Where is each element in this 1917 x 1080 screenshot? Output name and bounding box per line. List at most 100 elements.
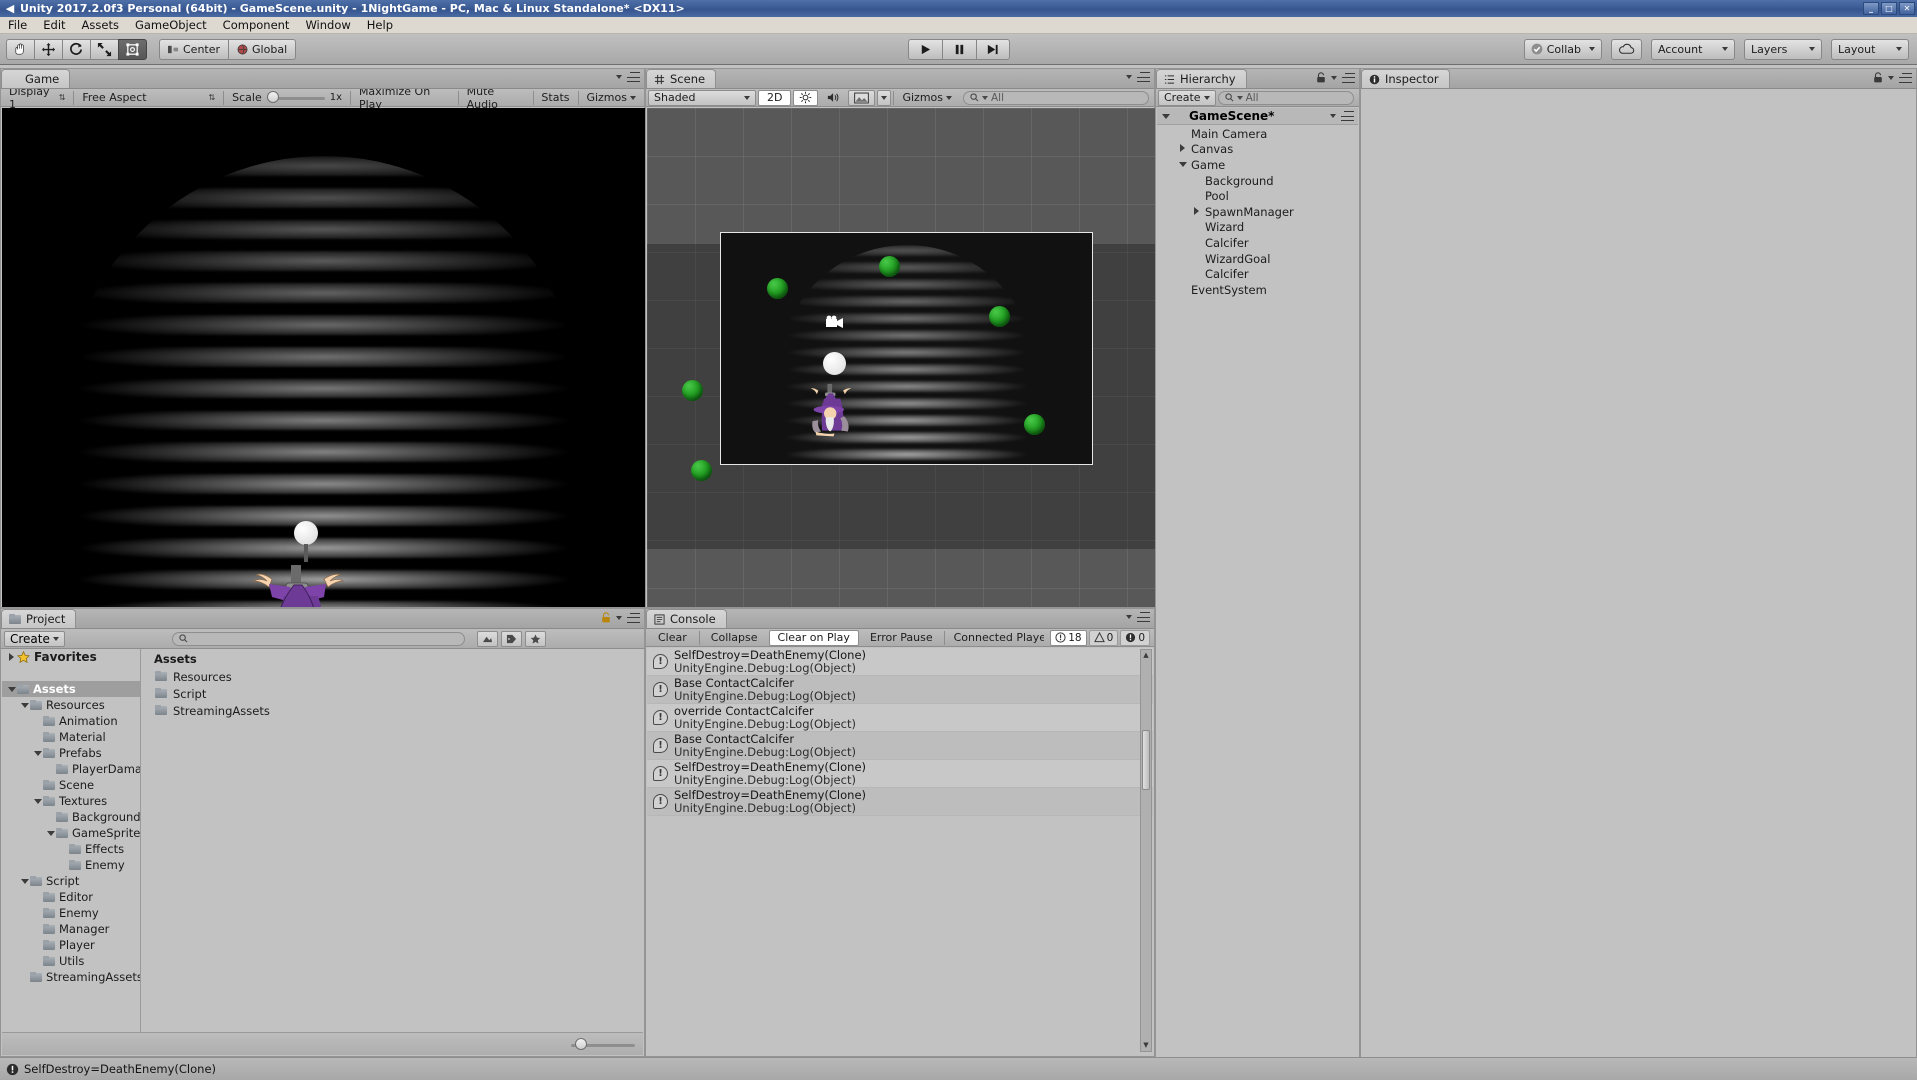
project-tree-item-editor[interactable]: Editor (2, 889, 140, 905)
collapse-arrow-icon[interactable] (32, 751, 43, 756)
rotate-tool-button[interactable] (62, 39, 90, 60)
scene-search-field[interactable]: All (963, 91, 1149, 105)
chevron-down-icon[interactable] (616, 75, 622, 79)
hierarchy-item-eventsystem[interactable]: EventSystem (1157, 282, 1358, 298)
scale-slider[interactable] (267, 91, 325, 104)
space-mode-button[interactable]: Global (228, 39, 296, 60)
console-error-counter[interactable]: 0 (1120, 630, 1150, 646)
chevron-down-icon[interactable] (1126, 75, 1132, 79)
project-tree-item-prefabs[interactable]: Prefabs (2, 745, 140, 761)
project-tree-item-enemy[interactable]: Enemy (2, 857, 140, 873)
console-clear-button[interactable]: Clear (648, 630, 697, 646)
minimize-button[interactable]: _ (1863, 2, 1879, 15)
hierarchy-item-pool[interactable]: Pool (1157, 188, 1358, 204)
fx-toggle-button[interactable] (848, 90, 875, 106)
project-tree-item-enemy[interactable]: Enemy (2, 905, 140, 921)
hierarchy-create-button[interactable]: Create (1158, 90, 1216, 106)
2d-toggle-button[interactable]: 2D (758, 90, 791, 106)
console-info-counter[interactable]: 18 (1050, 630, 1086, 646)
hierarchy-item-calcifer[interactable]: Calcifer (1157, 235, 1358, 251)
console-clear-on-play-toggle[interactable]: Clear on Play (769, 630, 859, 646)
tab-scene[interactable]: Scene (646, 69, 716, 88)
account-button[interactable]: Account (1651, 39, 1735, 60)
hand-tool-button[interactable] (6, 39, 34, 60)
maximize-on-play-toggle[interactable]: Maximize On Play (353, 90, 456, 106)
console-log-row[interactable]: !Base ContactCalciferUnityEngine.Debug:L… (647, 676, 1153, 704)
filter-label-icon[interactable] (501, 631, 522, 647)
hierarchy-item-wizard[interactable]: Wizard (1157, 220, 1358, 236)
menu-item-file[interactable]: File (0, 17, 35, 33)
chevron-down-icon[interactable] (1330, 114, 1336, 118)
layers-button[interactable]: Layers (1744, 39, 1822, 60)
console-log-row[interactable]: !SelfDestroy=DeathEnemy(Clone)UnityEngin… (647, 788, 1153, 816)
project-tree-item-favorites[interactable]: Favorites (2, 649, 140, 665)
project-tree-item-material[interactable]: Material (2, 729, 140, 745)
console-connected-player-dropdown[interactable]: Connected Playe (947, 630, 1045, 646)
project-search-field[interactable] (172, 632, 465, 646)
expand-arrow-icon[interactable] (1177, 144, 1188, 154)
game-gizmos-dropdown[interactable]: Gizmos (580, 90, 642, 106)
console-log-row[interactable]: !SelfDestroy=DeathEnemy(Clone)UnityEngin… (647, 648, 1153, 676)
collapse-arrow-icon[interactable] (32, 799, 43, 804)
menu-item-edit[interactable]: Edit (35, 17, 73, 33)
project-tree-item-effects[interactable]: Effects (2, 841, 140, 857)
scene-gizmos-dropdown[interactable]: Gizmos (896, 90, 958, 106)
enemy-sphere[interactable] (682, 380, 703, 401)
menu-item-window[interactable]: Window (297, 17, 358, 33)
chevron-down-icon[interactable] (1331, 76, 1337, 80)
panel-menu-icon[interactable] (1137, 72, 1150, 82)
enemy-sphere[interactable] (989, 306, 1010, 327)
enemy-sphere[interactable] (691, 460, 712, 481)
expand-arrow-icon[interactable] (6, 653, 17, 661)
layout-button[interactable]: Layout (1831, 39, 1909, 60)
scene-viewport[interactable] (647, 108, 1155, 607)
tab-project[interactable]: Project (1, 609, 76, 628)
chevron-down-icon[interactable] (1888, 76, 1894, 80)
project-zoom-slider[interactable] (571, 1038, 635, 1051)
scene-header-row[interactable]: GameScene* (1157, 108, 1358, 125)
enemy-sphere[interactable] (1024, 414, 1045, 435)
scale-slider-group[interactable]: Scale 1x (226, 90, 348, 106)
hierarchy-item-spawnmanager[interactable]: SpawnManager (1157, 204, 1358, 220)
hierarchy-item-main-camera[interactable]: Main Camera (1157, 126, 1358, 142)
lock-icon[interactable] (601, 612, 611, 623)
scroll-thumb[interactable] (1142, 730, 1150, 790)
pivot-mode-button[interactable]: Center (159, 39, 228, 60)
project-tree-item-animation[interactable]: Animation (2, 713, 140, 729)
play-button[interactable] (908, 39, 942, 60)
scene-menu-icon[interactable] (1341, 111, 1354, 121)
tab-console[interactable]: Console (646, 609, 727, 628)
hierarchy-item-canvas[interactable]: Canvas (1157, 142, 1358, 158)
scroll-up-icon[interactable]: ▲ (1142, 651, 1150, 660)
menu-item-assets[interactable]: Assets (74, 17, 127, 33)
lock-icon[interactable] (1316, 72, 1326, 83)
mute-audio-toggle[interactable]: Mute Audio (461, 90, 531, 106)
filter-favorite-icon[interactable] (525, 631, 546, 647)
scroll-down-icon[interactable]: ▼ (1142, 1041, 1150, 1050)
project-tree-item-resources[interactable]: Resources (2, 697, 140, 713)
shading-mode-dropdown[interactable]: Shaded (648, 90, 756, 106)
project-tree-item-playerdamage[interactable]: PlayerDamage (2, 761, 140, 777)
display-dropdown[interactable]: Display 1 ⇅ (3, 90, 71, 106)
console-error-pause-toggle[interactable]: Error Pause (861, 630, 942, 646)
pause-button[interactable] (942, 39, 976, 60)
project-tree-item-streamingassets[interactable]: StreamingAssets (2, 969, 140, 985)
console-log-row[interactable]: !Base ContactCalciferUnityEngine.Debug:L… (647, 732, 1153, 760)
hierarchy-item-background[interactable]: Background (1157, 173, 1358, 189)
menu-item-help[interactable]: Help (359, 17, 401, 33)
menu-item-gameobject[interactable]: GameObject (127, 17, 215, 33)
panel-menu-icon[interactable] (1137, 612, 1150, 622)
project-tree-item-background[interactable]: Background (2, 809, 140, 825)
collapse-arrow-icon[interactable] (19, 879, 30, 884)
collapse-arrow-icon[interactable] (45, 831, 56, 836)
project-tree-item-manager[interactable]: Manager (2, 921, 140, 937)
enemy-sphere[interactable] (767, 278, 788, 299)
chevron-down-icon[interactable] (616, 616, 622, 620)
console-warning-counter[interactable]: 0 (1089, 630, 1119, 646)
lock-icon[interactable] (1873, 72, 1883, 83)
project-tree-item-textures[interactable]: Textures (2, 793, 140, 809)
collapse-arrow-icon[interactable] (1177, 160, 1188, 169)
project-tree-item-scene[interactable]: Scene (2, 777, 140, 793)
filter-type-icon[interactable] (477, 631, 498, 647)
project-asset-resources[interactable]: Resources (141, 668, 643, 685)
